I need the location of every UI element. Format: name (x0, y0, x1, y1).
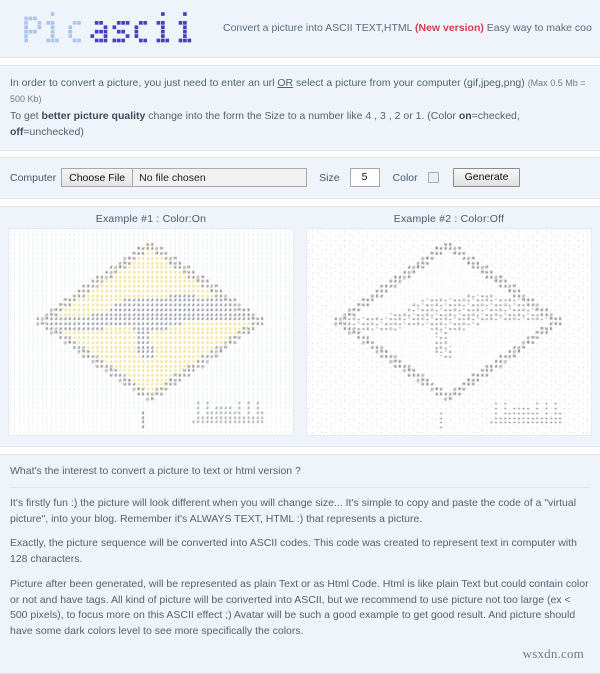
examples-panel: Example #1 : Color:On Example #2 : Color… (0, 206, 600, 448)
info-panel: What's the interest to convert a picture… (0, 454, 600, 674)
color-label: Color (392, 171, 418, 184)
instructions-line-2: To get better picture quality change int… (10, 108, 590, 141)
computer-label: Computer (10, 171, 57, 184)
file-input[interactable]: Choose File No file chosen (61, 168, 308, 188)
info-divider (10, 486, 590, 488)
info-question: What's the interest to convert a picture… (10, 465, 301, 478)
color-checkbox[interactable] (427, 172, 439, 184)
tagline-text-1: Convert a picture into ASCII TEXT,HTML (223, 21, 415, 34)
site-header: Convert a picture into ASCII TEXT,HTML (… (0, 0, 600, 58)
example-1: Example #1 : Color:On (8, 213, 294, 437)
instructions-line-1: In order to convert a picture, you just … (10, 75, 590, 108)
size-field-group: Size 5 (319, 168, 380, 188)
tagline-text-2: Easy way to make cool ascii art... (486, 21, 592, 34)
instr-1b: select a picture from your computer (gif… (293, 77, 528, 89)
ascii-art-mono-example (306, 228, 592, 437)
site-tagline: Convert a picture into ASCII TEXT,HTML (… (223, 22, 592, 36)
example-1-title: Example #1 : Color:On (95, 213, 207, 226)
instr-1a: In order to convert a picture, you just … (10, 77, 278, 89)
instr-2a: To get (10, 109, 42, 122)
instr-or: OR (277, 77, 294, 89)
new-version-badge: (New version) (415, 21, 484, 34)
example-2-title: Example #2 : Color:Off (393, 213, 505, 226)
color-field-group: Color (393, 172, 439, 184)
instr-2c: =checked, (471, 109, 520, 122)
instr-off: off (10, 125, 24, 138)
instr-better-quality: better picture quality (41, 109, 146, 122)
picascii-page: Convert a picture into ASCII TEXT,HTML (… (0, 0, 600, 674)
size-label: Size (319, 171, 340, 184)
info-paragraph-1: It's firstly fun :) the picture will loo… (10, 496, 577, 525)
generate-button[interactable]: Generate (452, 168, 521, 188)
choose-file-button[interactable]: Choose File (62, 169, 134, 187)
picascii-logo[interactable] (10, 8, 215, 50)
info-paragraph-2: Exactly, the picture sequence will be co… (10, 537, 577, 566)
instructions-panel: In order to convert a picture, you just … (0, 65, 600, 152)
logo-pixel-art (24, 11, 192, 42)
chosen-file-name: No file chosen (139, 171, 206, 184)
conversion-form: Computer Choose File No file chosen Size… (0, 157, 600, 200)
info-paragraph-3: Picture after been generated, will be re… (10, 577, 589, 638)
instr-2b: change into the form the Size to a numbe… (145, 109, 459, 122)
watermark: wsxdn.com (522, 645, 584, 661)
size-input[interactable]: 5 (349, 168, 380, 188)
instr-on: on (458, 109, 472, 122)
ascii-art-color-example (8, 228, 294, 437)
instr-2d: =unchecked) (23, 125, 84, 138)
example-2: Example #2 : Color:Off (306, 213, 592, 437)
examples-row: Example #1 : Color:On Example #2 : Color… (8, 213, 592, 437)
